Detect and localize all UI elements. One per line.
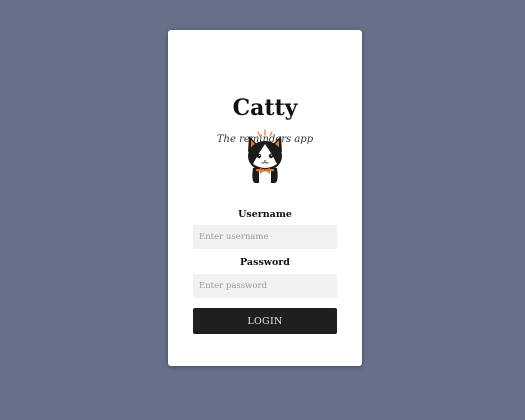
cat-mascot-icon xyxy=(248,129,282,183)
login-card: Catty The reminders app Username Enter u… xyxy=(168,30,362,366)
username-label: Username xyxy=(238,209,292,220)
password-input[interactable] xyxy=(193,274,337,298)
password-label: Password xyxy=(240,257,290,268)
username-input[interactable] xyxy=(193,225,337,249)
login-button[interactable]: LOGIN xyxy=(193,308,337,334)
app-title: Catty xyxy=(232,95,298,121)
